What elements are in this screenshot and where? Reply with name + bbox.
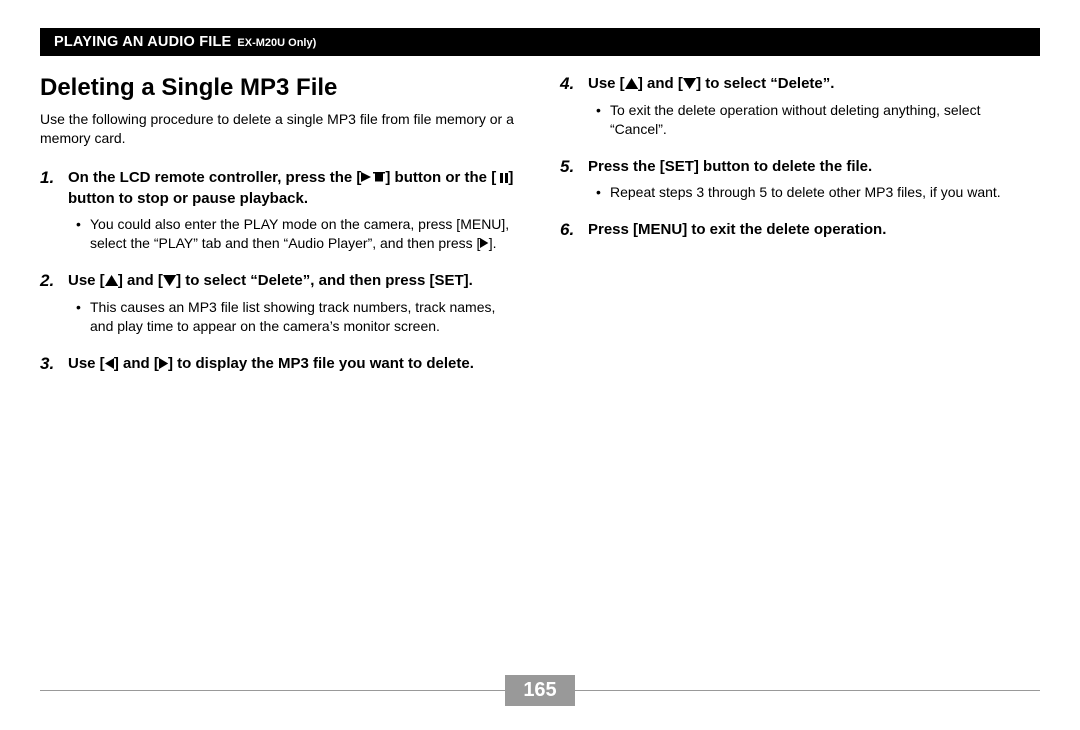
sub-text-fragment: ]. xyxy=(489,235,497,251)
step-4-sub-text: To exit the delete operation without del… xyxy=(610,101,1040,139)
left-column: Deleting a Single MP3 File Use the follo… xyxy=(40,74,520,381)
step-4-sub: • To exit the delete operation without d… xyxy=(596,101,1040,139)
step-1: 1. On the LCD remote controller, press t… xyxy=(40,168,520,210)
bullet-icon: • xyxy=(596,183,602,202)
footer-rule-left xyxy=(40,690,505,692)
step-3: 3. Use [ ] and [ ] to display the MP3 file… xyxy=(40,354,520,375)
sub-text-fragment: You could also enter the PLAY mode on th… xyxy=(90,216,509,251)
header-subtitle: EX-M20U Only) xyxy=(237,37,316,49)
up-arrow-icon xyxy=(105,272,118,292)
step-text-fragment: On the LCD remote controller, press the … xyxy=(68,169,361,186)
step-number: 3. xyxy=(40,354,58,374)
step-2-sub: • This causes an MP3 file list showing t… xyxy=(76,298,520,336)
bullet-icon: • xyxy=(76,215,82,253)
step-text-fragment: Use [ xyxy=(68,355,105,372)
page-footer: 165 xyxy=(40,675,1040,706)
footer-rule-right xyxy=(575,690,1040,692)
page-title: Deleting a Single MP3 File xyxy=(40,74,520,102)
page-number: 165 xyxy=(505,675,574,706)
right-arrow-icon xyxy=(480,235,488,251)
right-arrow-icon xyxy=(159,355,168,375)
step-2-sub-text: This causes an MP3 file list showing tra… xyxy=(90,298,520,336)
header-title: PLAYING AN AUDIO FILE xyxy=(54,34,231,50)
step-6-text: Press [MENU] to exit the delete operatio… xyxy=(588,220,1040,240)
step-6: 6. Press [MENU] to exit the delete opera… xyxy=(560,220,1040,240)
step-text-fragment: ] and [ xyxy=(114,355,159,372)
step-number: 1. xyxy=(40,168,58,188)
bullet-icon: • xyxy=(76,298,82,336)
step-5-sub: • Repeat steps 3 through 5 to delete oth… xyxy=(596,183,1040,202)
intro-paragraph: Use the following procedure to delete a … xyxy=(40,110,520,148)
step-5-text: Press the [SET] button to delete the fil… xyxy=(588,157,1040,177)
step-2-text: Use [ ] and [ ] to select “Delete”, and th… xyxy=(68,271,520,292)
step-text-fragment: Use [ xyxy=(68,272,105,289)
step-number: 2. xyxy=(40,271,58,291)
step-4: 4. Use [ ] and [ ] to select “Delete”. xyxy=(560,74,1040,95)
step-text-fragment: ] button or the [ xyxy=(385,169,496,186)
step-text-fragment: ] and [ xyxy=(118,272,163,289)
step-1-sub: • You could also enter the PLAY mode on … xyxy=(76,215,520,253)
step-number: 4. xyxy=(560,74,578,94)
manual-page: PLAYING AN AUDIO FILE EX-M20U Only) Dele… xyxy=(0,0,1080,730)
right-column: 4. Use [ ] and [ ] to select “Delete”. • T… xyxy=(560,74,1040,381)
step-number: 5. xyxy=(560,157,578,177)
step-2: 2. Use [ ] and [ ] to select “Delete”, and… xyxy=(40,271,520,292)
step-text-fragment: ] to select “Delete”. xyxy=(696,75,834,92)
down-arrow-icon xyxy=(163,272,176,292)
down-arrow-icon xyxy=(683,75,696,95)
step-5-sub-text: Repeat steps 3 through 5 to delete other… xyxy=(610,183,1001,202)
left-arrow-icon xyxy=(105,355,114,375)
two-column-content: Deleting a Single MP3 File Use the follo… xyxy=(40,56,1040,381)
bullet-icon: • xyxy=(596,101,602,139)
up-arrow-icon xyxy=(625,75,638,95)
step-1-text: On the LCD remote controller, press the … xyxy=(68,168,520,210)
step-text-fragment: ] to display the MP3 file you want to de… xyxy=(168,355,474,372)
step-4-text: Use [ ] and [ ] to select “Delete”. xyxy=(588,74,1040,95)
step-text-fragment: ] to select “Delete”, and then press [SE… xyxy=(176,272,473,289)
play-stop-icon xyxy=(361,169,385,189)
step-text-fragment: ] and [ xyxy=(638,75,683,92)
step-number: 6. xyxy=(560,220,578,240)
step-1-sub-text: You could also enter the PLAY mode on th… xyxy=(90,215,520,253)
step-text-fragment: Use [ xyxy=(588,75,625,92)
step-3-text: Use [ ] and [ ] to display the MP3 file yo… xyxy=(68,354,520,375)
step-5: 5. Press the [SET] button to delete the … xyxy=(560,157,1040,177)
section-header-bar: PLAYING AN AUDIO FILE EX-M20U Only) xyxy=(40,28,1040,56)
